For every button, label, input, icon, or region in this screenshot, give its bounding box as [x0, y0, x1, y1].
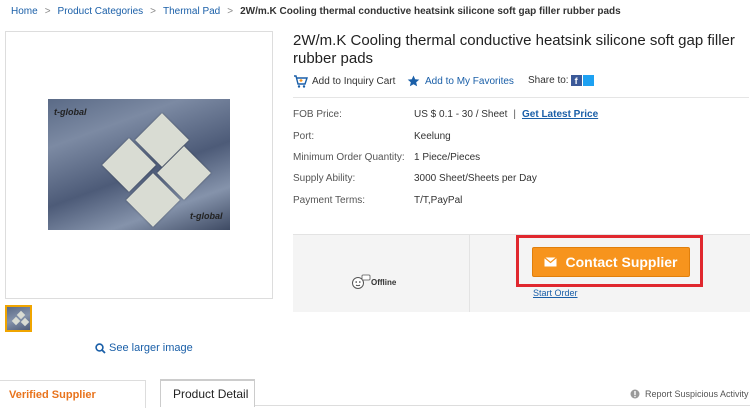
share-to: Share to: f [528, 75, 594, 86]
add-to-favorites-label: Add to My Favorites [425, 75, 514, 87]
spec-label: Minimum Order Quantity: [293, 152, 405, 163]
magnifier-icon [95, 342, 106, 354]
breadcrumb-separator: > [227, 6, 234, 17]
add-to-cart-label: Add to Inquiry Cart [312, 76, 396, 87]
spec-value: 3000 Sheet/Sheets per Day [414, 173, 537, 184]
breadcrumb-current: 2W/m.K Cooling thermal conductive heatsi… [240, 6, 621, 17]
cart-icon [294, 75, 308, 88]
fob-price-divider: | [513, 109, 516, 120]
spec-value: 1 Piece/Pieces [414, 152, 481, 163]
contact-supplier-label: Contact Supplier [565, 254, 678, 270]
spec-value: US $ 0.1 - 30 / Sheet | Get Latest Price [414, 109, 598, 120]
verified-supplier-label: Verified Supplier [9, 389, 96, 401]
breadcrumb-home-link[interactable]: Home [11, 6, 38, 17]
tab-product-detail[interactable]: Product Detail [160, 379, 255, 407]
start-order-link[interactable]: Start Order [533, 288, 578, 298]
warning-icon [630, 389, 640, 399]
contact-box-divider [469, 235, 470, 312]
spec-label: Payment Terms: [293, 195, 366, 206]
photo-logo: t-global [54, 107, 87, 117]
thumbnail-pad-shape [20, 317, 30, 327]
offline-label: Offline [371, 277, 397, 287]
breadcrumb-separator: > [44, 6, 51, 17]
breadcrumb-separator: > [150, 6, 156, 17]
facebook-icon[interactable]: f [570, 75, 582, 86]
product-photo[interactable]: t-global t-global [48, 99, 230, 230]
verified-supplier-panel: Verified Supplier [0, 380, 146, 408]
spec-label: FOB Price: [293, 109, 342, 120]
divider [293, 97, 749, 98]
photo-logo: t-global [190, 211, 223, 221]
supplier-status: Offline [351, 274, 396, 290]
spec-label: Port: [293, 131, 315, 142]
breadcrumb: Home > Product Categories > Thermal Pad >2W/m… [11, 6, 621, 17]
report-label: Report Suspicious Activity [645, 389, 749, 399]
product-thumbnail[interactable] [5, 305, 32, 332]
contact-supplier-button[interactable]: Contact Supplier [532, 247, 690, 277]
fob-price-value: US $ 0.1 - 30 / Sheet [414, 109, 508, 120]
product-title: 2W/m.K Cooling thermal conductive heatsi… [293, 32, 735, 67]
report-suspicious-activity-link[interactable]: Report Suspicious Activity [630, 389, 749, 399]
spec-label: Supply Ability: [293, 173, 356, 184]
share-to-label: Share to: [528, 75, 569, 86]
get-latest-price-link[interactable]: Get Latest Price [522, 109, 598, 120]
see-larger-label: See larger image [109, 342, 193, 354]
breadcrumb-category-link[interactable]: Thermal Pad [163, 6, 220, 17]
tab-product-detail-label: Product Detail [173, 387, 249, 401]
product-image-panel[interactable]: t-global t-global [5, 31, 273, 299]
twitter-icon[interactable] [582, 75, 594, 86]
breadcrumb-categories-link[interactable]: Product Categories [58, 6, 144, 17]
envelope-icon [544, 257, 558, 267]
spec-value: T/T,PayPal [414, 195, 463, 206]
add-to-favorites-button[interactable]: Add to My Favorites [407, 75, 514, 87]
spec-value: Keelung [414, 131, 451, 142]
star-icon [407, 75, 420, 87]
see-larger-image-link[interactable]: See larger image [95, 342, 193, 354]
add-to-inquiry-cart-button[interactable]: Add to Inquiry Cart [293, 75, 395, 88]
chat-offline-icon [352, 274, 371, 289]
